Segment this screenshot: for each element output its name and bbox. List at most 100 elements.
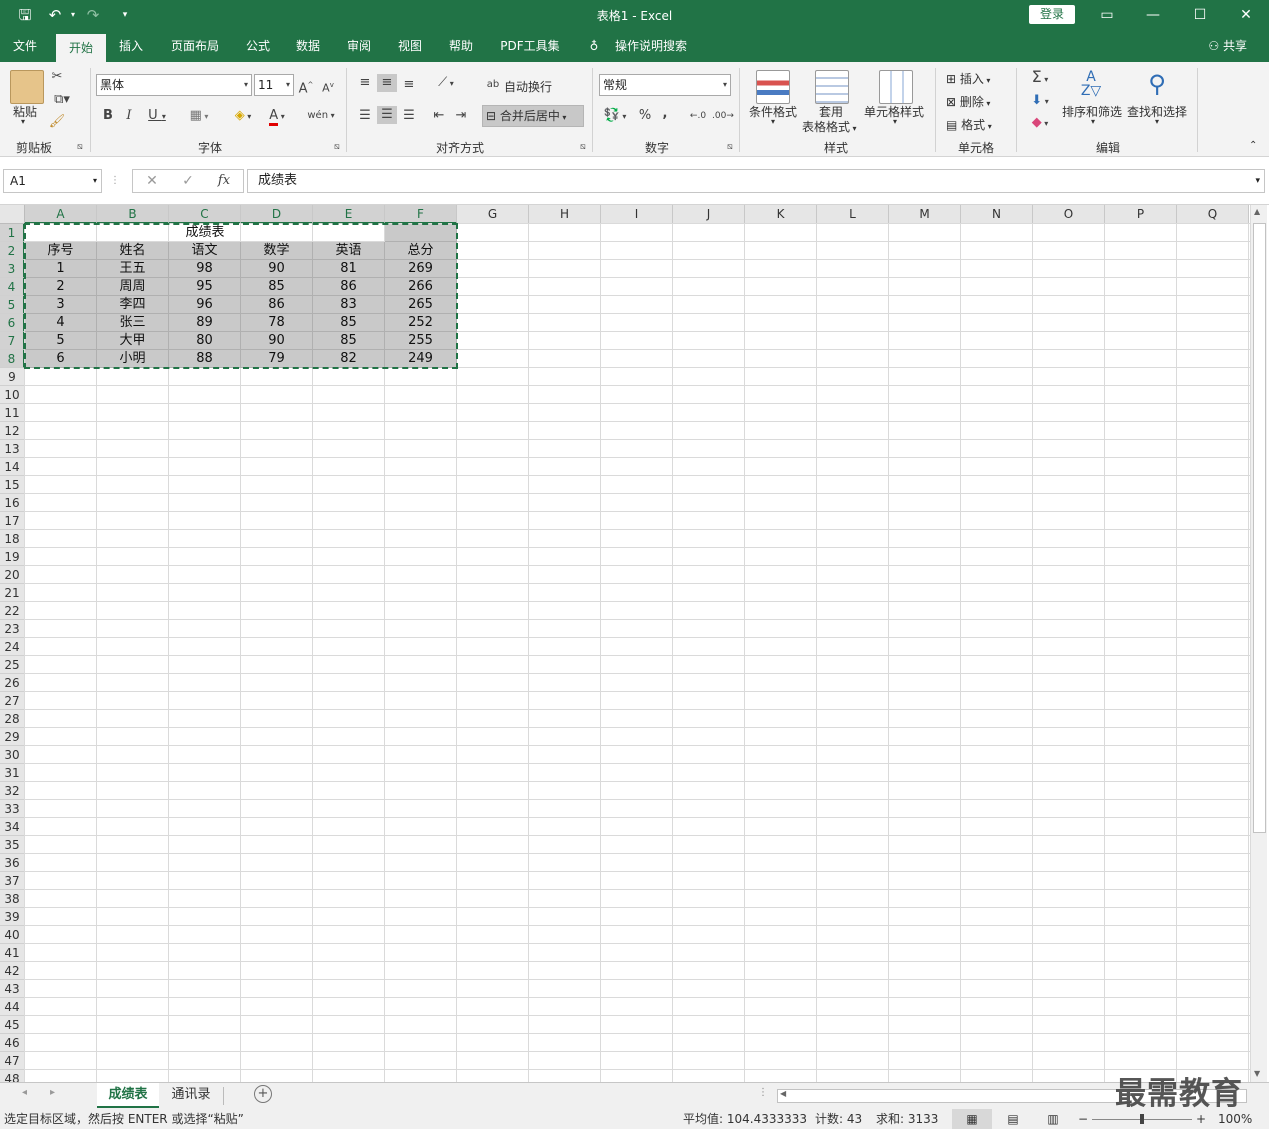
paste-dropdown-icon[interactable]: ▾	[21, 117, 25, 126]
underline-icon[interactable]: U ▾	[142, 107, 172, 126]
phonetic-guide-icon[interactable]: wén ▾	[306, 107, 336, 125]
normal-view-icon[interactable]: ▦	[952, 1109, 992, 1129]
insert-cells-button[interactable]: ⊞ 插入 ▾	[946, 70, 990, 87]
autosum-icon[interactable]: Σ ▾	[1025, 68, 1055, 89]
tab-formulas[interactable]: 公式	[236, 30, 280, 62]
tab-file[interactable]: 文件	[0, 30, 50, 62]
align-bottom-icon[interactable]: ≡	[400, 76, 418, 94]
tab-splitter-icon[interactable]: ⋮	[758, 1087, 768, 1098]
group-separator	[935, 68, 936, 152]
align-top-icon[interactable]: ≡	[356, 74, 374, 92]
font-color-icon[interactable]: A ▾	[262, 107, 292, 126]
orientation-icon[interactable]: ⟋ ▾	[432, 74, 460, 93]
scroll-up-icon[interactable]: ▲	[1254, 207, 1260, 216]
group-separator	[90, 68, 91, 152]
sheet-tab-grades[interactable]: 成绩表	[97, 1083, 159, 1108]
conditional-formatting-dropdown-icon[interactable]: ▾	[771, 117, 775, 126]
decrease-decimal-icon[interactable]: .00→	[712, 107, 734, 125]
tab-home[interactable]: 开始	[56, 34, 106, 62]
cut-icon[interactable]: ✂	[48, 68, 66, 86]
decrease-font-icon[interactable]: Av	[320, 76, 336, 98]
tab-scroll-right-icon[interactable]: ▸	[50, 1087, 55, 1098]
increase-font-icon[interactable]: A^	[298, 76, 314, 98]
tab-scroll-left-icon[interactable]: ◂	[22, 1087, 27, 1098]
minimize-icon[interactable]: —	[1130, 0, 1176, 30]
group-separator	[346, 68, 347, 152]
scroll-down-icon[interactable]: ▼	[1254, 1069, 1260, 1078]
bold-icon[interactable]: B	[100, 107, 116, 125]
accounting-format-icon[interactable]: 💱 ▾	[600, 107, 630, 126]
tell-me-search[interactable]: 操作说明搜索	[608, 30, 694, 62]
share-button[interactable]: ⚇ 共享	[1208, 30, 1247, 62]
tab-help[interactable]: 帮助	[439, 30, 483, 62]
vertical-scrollbar[interactable]: ▲ ▼	[1250, 205, 1267, 1082]
login-button[interactable]: 登录	[1029, 5, 1075, 24]
formula-input[interactable]: 成绩表 ▾	[247, 169, 1265, 193]
tab-pdf-tools[interactable]: PDF工具集	[492, 30, 568, 62]
format-cells-button[interactable]: ▤ 格式 ▾	[946, 116, 992, 133]
sheet-tab-contacts[interactable]: 通讯录	[162, 1083, 220, 1108]
insert-function-icon[interactable]: fx	[212, 170, 236, 192]
comma-style-icon[interactable]: ,	[658, 105, 672, 123]
cancel-icon[interactable]: ✕	[140, 170, 164, 192]
ribbon-display-options-icon[interactable]: ▭	[1084, 0, 1130, 30]
tab-insert[interactable]: 插入	[108, 30, 154, 62]
font-name-select[interactable]: 黑体 ▾	[96, 74, 252, 96]
increase-indent-icon[interactable]: ⇥	[452, 107, 470, 125]
copy-marquee	[24, 223, 458, 369]
delete-cells-button[interactable]: ⊠ 删除 ▾	[946, 93, 990, 110]
cell-styles-dropdown-icon[interactable]: ▾	[893, 117, 897, 126]
font-launcher-icon[interactable]: ⧅	[334, 142, 340, 152]
increase-decimal-icon[interactable]: ←.0	[688, 107, 708, 125]
decrease-indent-icon[interactable]: ⇤	[430, 107, 448, 125]
clear-icon[interactable]: ◆ ▾	[1025, 114, 1055, 133]
cell-styles-icon	[879, 70, 913, 104]
align-left-icon[interactable]: ☰	[356, 107, 374, 125]
format-as-table-button[interactable]: 表格格式 ▾	[802, 118, 857, 135]
paste-icon[interactable]	[10, 70, 44, 104]
scroll-left-icon[interactable]: ◀	[780, 1089, 786, 1098]
maximize-icon[interactable]: ☐	[1177, 0, 1223, 30]
tab-view[interactable]: 视图	[388, 30, 432, 62]
font-size-select[interactable]: 11 ▾	[254, 74, 294, 96]
alignment-launcher-icon[interactable]: ⧅	[580, 142, 586, 152]
tab-page-layout[interactable]: 页面布局	[160, 30, 230, 62]
enter-icon[interactable]: ✓	[176, 170, 200, 192]
sort-filter-dropdown-icon[interactable]: ▾	[1091, 117, 1095, 126]
number-launcher-icon[interactable]: ⧅	[727, 142, 733, 152]
group-label-font: 字体	[197, 141, 222, 155]
percent-icon[interactable]: %	[636, 107, 654, 125]
page-break-view-icon[interactable]: ▥	[1042, 1109, 1064, 1129]
page-layout-view-icon[interactable]: ▤	[1002, 1109, 1024, 1129]
name-box[interactable]: A1 ▾	[3, 169, 102, 193]
fill-color-icon[interactable]: ◈ ▾	[228, 107, 258, 126]
zoom-out-icon[interactable]: −	[1078, 1109, 1088, 1129]
borders-icon[interactable]: ▦ ▾	[184, 107, 214, 126]
align-right-icon[interactable]: ☰	[400, 107, 418, 125]
zoom-slider-thumb[interactable]	[1140, 1114, 1144, 1124]
worksheet-grid[interactable]: ABCDEFGHIJKLMNOPQ 1 2 3 4 5 6 7 8 9 10 11 12 13 14 15 1…	[0, 205, 1269, 1082]
vertical-scroll-thumb[interactable]	[1253, 223, 1266, 833]
tab-data[interactable]: 数据	[286, 30, 330, 62]
format-painter-icon[interactable]: 🖌	[48, 113, 66, 131]
collapse-ribbon-icon[interactable]: ⌃	[1249, 140, 1257, 151]
copy-icon[interactable]: ⧉▾	[48, 91, 76, 109]
clipboard-launcher-icon[interactable]: ⧅	[77, 142, 83, 152]
tab-review[interactable]: 审阅	[337, 30, 381, 62]
find-select-dropdown-icon[interactable]: ▾	[1155, 117, 1159, 126]
ribbon-home: 粘贴 ▾ ✂ ⧉▾ 🖌 剪贴板 ⧅ 黑体 ▾ 11 ▾ A^ Av B I U ▾ …	[0, 62, 1269, 157]
fill-icon[interactable]: ⬇ ▾	[1025, 92, 1055, 111]
wrap-text-button[interactable]: 自动换行	[504, 78, 552, 95]
number-format-select[interactable]: 常规 ▾	[599, 74, 731, 96]
formula-bar-grip-icon: ⋮	[110, 175, 120, 186]
close-icon[interactable]: ✕	[1223, 0, 1269, 30]
group-label-number: 数字	[644, 141, 669, 155]
italic-icon[interactable]: I	[121, 107, 137, 125]
align-middle-icon[interactable]: ≡	[377, 74, 397, 92]
add-sheet-icon[interactable]: +	[254, 1085, 272, 1103]
font-size-dropdown-icon: ▾	[285, 80, 290, 89]
align-center-icon[interactable]: ☰	[377, 106, 397, 124]
merge-center-button[interactable]: ⊟ 合并后居中 ▾	[482, 105, 584, 127]
sheet-tab-bar: ◂ ▸ 成绩表 通讯录 + ⋮ ◀	[0, 1082, 1269, 1109]
insert-cells-icon: ⊞	[946, 72, 960, 86]
